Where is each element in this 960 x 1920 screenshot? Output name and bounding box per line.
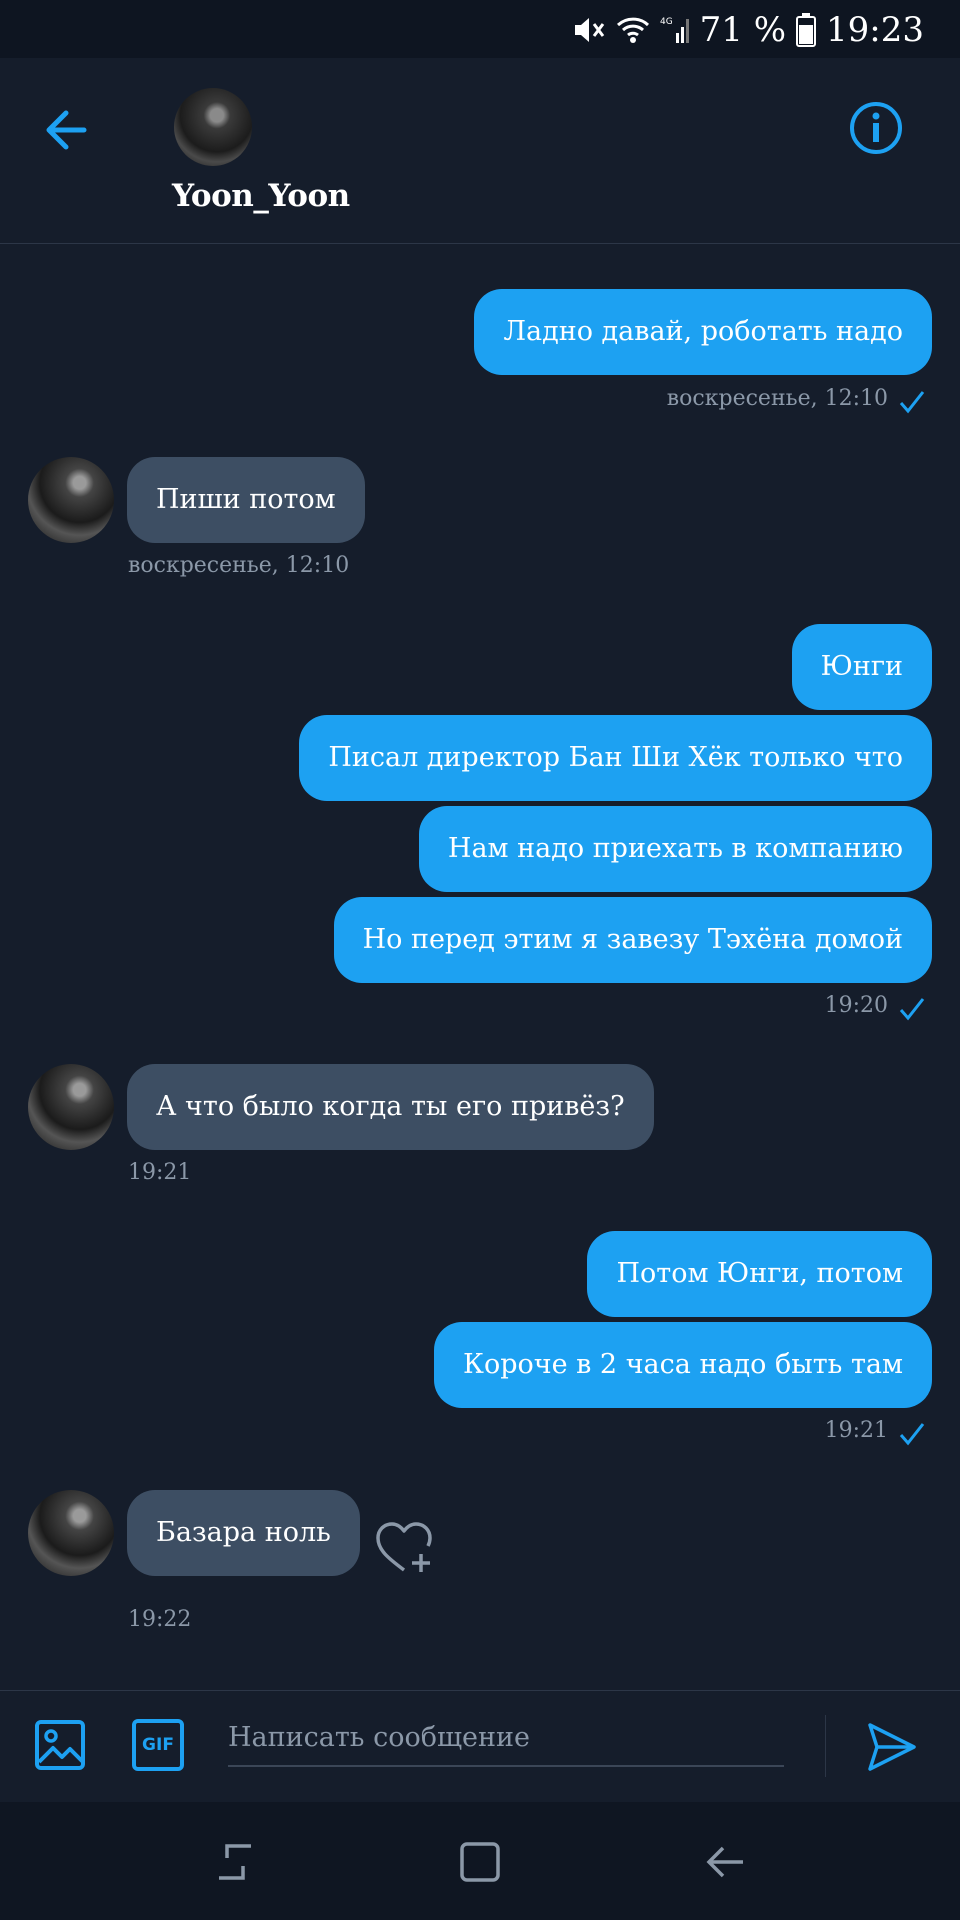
signal-icon: 4G <box>660 15 690 45</box>
back-icon <box>706 1846 743 1878</box>
message-input[interactable] <box>228 1709 784 1767</box>
system-navigation-bar <box>0 1802 960 1920</box>
message-timestamp: 19:21 <box>128 1160 192 1185</box>
message-timestamp: 19:21 <box>824 1418 888 1443</box>
recent-apps-icon <box>219 1844 251 1880</box>
clock: 19:23 <box>826 10 924 50</box>
contact-avatar[interactable] <box>28 1064 114 1150</box>
message-timestamp: воскресенье, 12:10 <box>666 386 888 411</box>
contact-avatar[interactable] <box>28 457 114 543</box>
outgoing-message[interactable]: Потом Юнги, потом <box>587 1231 932 1317</box>
battery-percent: 71 % <box>699 10 787 50</box>
message-composer: GIF <box>0 1690 960 1802</box>
outgoing-message[interactable]: Короче в 2 часа надо быть там <box>434 1322 932 1408</box>
wifi-icon <box>616 15 650 45</box>
outgoing-message[interactable]: Юнги <box>791 624 932 710</box>
outgoing-message[interactable]: Нам надо приехать в компанию <box>418 806 932 892</box>
send-icon <box>868 1723 916 1771</box>
message-timestamp: 19:22 <box>128 1607 192 1632</box>
gif-button[interactable]: GIF <box>132 1719 184 1771</box>
info-icon <box>850 102 902 154</box>
image-icon <box>35 1720 85 1770</box>
outgoing-message[interactable]: Ладно давай, роботать надо <box>474 289 932 375</box>
read-check-icon <box>899 998 925 1021</box>
status-bar: 4G 71 % 19:23 <box>0 0 960 58</box>
message-timestamp: 19:20 <box>824 993 888 1018</box>
send-button[interactable] <box>866 1721 918 1773</box>
recent-apps-button[interactable] <box>213 1840 257 1884</box>
gif-icon: GIF <box>142 1735 174 1755</box>
read-check-icon <box>899 1423 925 1446</box>
back-button[interactable] <box>38 100 98 160</box>
svg-text:4G: 4G <box>660 17 673 27</box>
read-check-icon <box>899 391 925 414</box>
battery-icon <box>796 13 817 47</box>
composer-divider <box>825 1715 826 1777</box>
contact-avatar[interactable] <box>174 88 252 166</box>
conversation-header: Yoon_Yoon <box>0 58 960 244</box>
system-back-button[interactable] <box>703 1840 747 1884</box>
contact-name[interactable]: Yoon_Yoon <box>172 178 350 214</box>
info-button[interactable] <box>848 100 904 156</box>
mute-icon <box>572 14 606 46</box>
home-icon <box>460 1842 500 1882</box>
heart-plus-icon[interactable] <box>374 1520 434 1576</box>
incoming-message[interactable]: Базара ноль <box>127 1490 360 1576</box>
back-arrow-icon <box>46 110 87 150</box>
incoming-message[interactable]: А что было когда ты его привёз? <box>127 1064 654 1150</box>
outgoing-message[interactable]: Писал директор Бан Ши Хёк только что <box>299 715 932 801</box>
outgoing-message[interactable]: Но перед этим я завезу Тэхёна домой <box>333 897 932 983</box>
incoming-message[interactable]: Пиши потом <box>127 457 365 543</box>
message-timestamp: воскресенье, 12:10 <box>128 553 350 578</box>
status-icons: 4G 71 % 19:23 <box>572 8 924 52</box>
home-button[interactable] <box>458 1840 502 1884</box>
add-image-button[interactable] <box>34 1719 86 1771</box>
contact-avatar[interactable] <box>28 1490 114 1576</box>
